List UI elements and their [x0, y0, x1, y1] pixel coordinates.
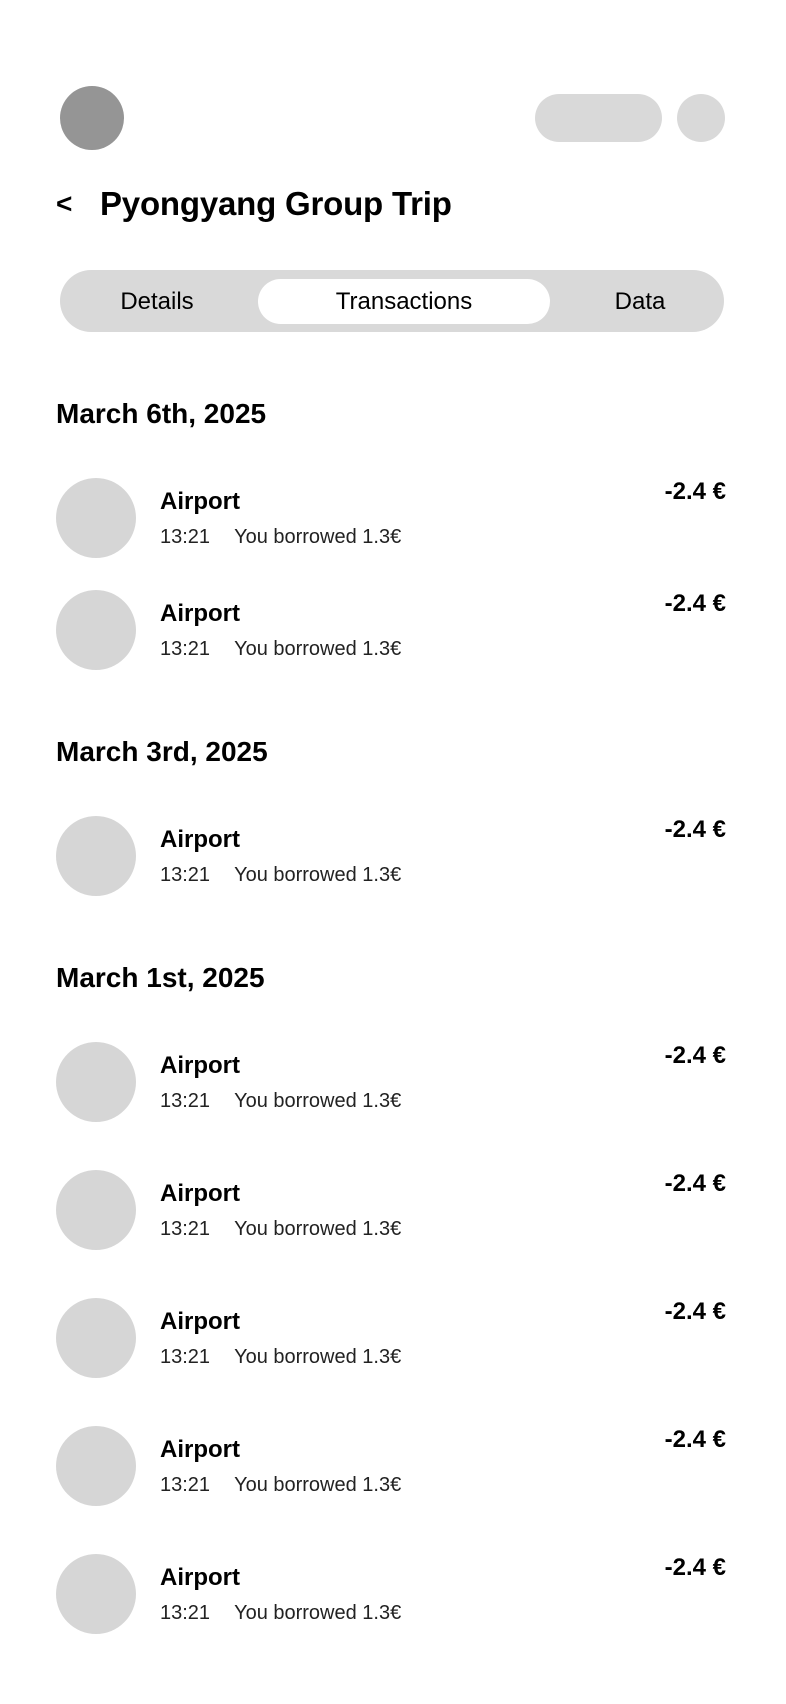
transaction-row[interactable]: Airport 13:21 You borrowed 1.3€ -2.4 € — [56, 478, 726, 558]
transaction-meta: 13:21 You borrowed 1.3€ — [160, 1602, 401, 1625]
transaction-name: Airport — [160, 826, 240, 853]
transaction-avatar — [56, 1170, 136, 1250]
transaction-avatar — [56, 1426, 136, 1506]
menu-circle-button[interactable] — [677, 94, 725, 142]
transaction-note: You borrowed 1.3€ — [234, 1474, 402, 1496]
transaction-row[interactable]: Airport 13:21 You borrowed 1.3€ -2.4 € — [56, 1554, 726, 1634]
transaction-name: Airport — [160, 1180, 240, 1207]
transaction-note: You borrowed 1.3€ — [234, 526, 402, 548]
transaction-meta: 13:21 You borrowed 1.3€ — [160, 638, 401, 661]
transaction-time: 13:21 — [160, 864, 211, 886]
transaction-time: 13:21 — [160, 1090, 211, 1112]
tab-bar: Details Transactions Data — [60, 270, 724, 332]
section-date-heading: March 1st, 2025 — [56, 962, 265, 993]
transaction-amount: -2.4 € — [664, 1426, 726, 1453]
transaction-time: 13:21 — [160, 1474, 211, 1496]
transaction-meta: 13:21 You borrowed 1.3€ — [160, 1218, 401, 1241]
transaction-time: 13:21 — [160, 1218, 211, 1240]
transaction-avatar — [56, 1298, 136, 1378]
page-title: Pyongyang Group Trip — [100, 185, 452, 222]
transaction-name: Airport — [160, 1436, 240, 1463]
action-pill-button[interactable] — [535, 94, 662, 142]
transaction-note: You borrowed 1.3€ — [234, 1602, 402, 1624]
transaction-note: You borrowed 1.3€ — [234, 638, 402, 660]
transaction-name: Airport — [160, 1052, 240, 1079]
transaction-time: 13:21 — [160, 1602, 211, 1624]
transaction-name: Airport — [160, 600, 240, 627]
transaction-avatar — [56, 590, 136, 670]
transaction-meta: 13:21 You borrowed 1.3€ — [160, 1474, 401, 1497]
transaction-amount: -2.4 € — [664, 590, 726, 617]
page-header: < Pyongyang Group Trip — [56, 178, 452, 230]
transaction-amount: -2.4 € — [664, 1554, 726, 1581]
section-date-heading: March 6th, 2025 — [56, 398, 267, 429]
transaction-meta: 13:21 You borrowed 1.3€ — [160, 1346, 401, 1369]
transaction-amount: -2.4 € — [664, 816, 726, 843]
transaction-note: You borrowed 1.3€ — [234, 1090, 402, 1112]
tab-data[interactable]: Data — [580, 279, 700, 324]
transaction-avatar — [56, 1554, 136, 1634]
transaction-note: You borrowed 1.3€ — [234, 1346, 402, 1368]
transaction-meta: 13:21 You borrowed 1.3€ — [160, 526, 401, 549]
tab-transactions[interactable]: Transactions — [258, 279, 550, 324]
transaction-row[interactable]: Airport 13:21 You borrowed 1.3€ -2.4 € — [56, 1170, 726, 1250]
transaction-name: Airport — [160, 1564, 240, 1591]
transaction-amount: -2.4 € — [664, 1170, 726, 1197]
transaction-time: 13:21 — [160, 526, 211, 548]
transaction-row[interactable]: Airport 13:21 You borrowed 1.3€ -2.4 € — [56, 1426, 726, 1506]
transaction-row[interactable]: Airport 13:21 You borrowed 1.3€ -2.4 € — [56, 1042, 726, 1122]
tab-details[interactable]: Details — [82, 279, 232, 324]
transaction-avatar — [56, 478, 136, 558]
transaction-avatar — [56, 1042, 136, 1122]
back-button[interactable]: < — [56, 190, 100, 218]
transaction-name: Airport — [160, 1308, 240, 1335]
transaction-name: Airport — [160, 488, 240, 515]
transaction-note: You borrowed 1.3€ — [234, 864, 402, 886]
transaction-meta: 13:21 You borrowed 1.3€ — [160, 864, 401, 887]
transaction-amount: -2.4 € — [664, 478, 726, 505]
section-date-heading: March 3rd, 2025 — [56, 736, 268, 767]
transaction-row[interactable]: Airport 13:21 You borrowed 1.3€ -2.4 € — [56, 590, 726, 670]
transaction-amount: -2.4 € — [664, 1298, 726, 1325]
profile-avatar[interactable] — [60, 86, 124, 150]
transaction-avatar — [56, 816, 136, 896]
transaction-row[interactable]: Airport 13:21 You borrowed 1.3€ -2.4 € — [56, 1298, 726, 1378]
transaction-amount: -2.4 € — [664, 1042, 726, 1069]
transaction-row[interactable]: Airport 13:21 You borrowed 1.3€ -2.4 € — [56, 816, 726, 896]
transaction-time: 13:21 — [160, 1346, 211, 1368]
transaction-time: 13:21 — [160, 638, 211, 660]
top-bar — [0, 0, 786, 160]
transaction-meta: 13:21 You borrowed 1.3€ — [160, 1090, 401, 1113]
transaction-note: You borrowed 1.3€ — [234, 1218, 402, 1240]
